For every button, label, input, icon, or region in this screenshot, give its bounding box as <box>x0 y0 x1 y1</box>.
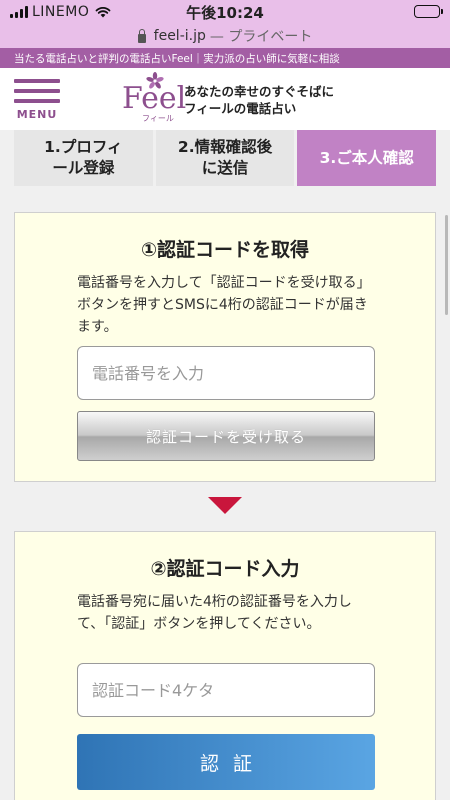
site-tagline: 当たる電話占いと評判の電話占いFeel｜実力派の占い師に気軽に相談 <box>0 48 450 68</box>
section-title: ①認証コードを取得 <box>140 239 310 261</box>
cellular-signal-icon <box>10 6 28 18</box>
scrollbar[interactable] <box>445 215 448 315</box>
battery-icon <box>414 5 443 18</box>
site-logo[interactable]: Feel フィール あなたの幸せのすぐそばに フィールの電話占い <box>122 72 335 124</box>
url-text: feel-i.jp <box>153 28 206 44</box>
step-identity-verification: 3.ご本人確認 <box>297 130 437 186</box>
menu-label: MENU <box>16 108 58 121</box>
verify-button[interactable]: 認証 <box>77 734 375 790</box>
carrier-name: LINEMO <box>32 4 90 20</box>
status-bar: LINEMO 午後10:24 <box>0 0 450 24</box>
section-description: 電話番号を入力して「認証コードを受け取る」ボタンを押すとSMSに4桁の認証コード… <box>77 275 371 335</box>
verification-code-input[interactable] <box>77 663 375 717</box>
step-profile: 1.プロフィ ール登録 <box>14 130 153 186</box>
menu-button[interactable]: MENU <box>14 79 60 127</box>
arrow-down-icon <box>208 497 242 514</box>
receive-code-button[interactable]: 認証コードを受け取る <box>77 411 375 461</box>
logo-slogan: あなたの幸せのすぐそばに フィールの電話占い <box>184 84 335 116</box>
phone-number-input[interactable] <box>77 346 375 400</box>
logo-subtext: フィール <box>142 114 174 123</box>
wifi-icon <box>95 6 111 18</box>
section-title: ②認証コード入力 <box>150 558 300 580</box>
get-code-section: ①認証コードを取得 電話番号を入力して「認証コードを受け取る」ボタンを押すとSM… <box>14 212 436 482</box>
logo-wordmark: Feel <box>122 81 187 116</box>
private-label: — プライベート <box>209 29 313 45</box>
hamburger-icon <box>14 79 60 83</box>
section-description: 電話番号宛に届いた4桁の認証番号を入力して、「認証」ボタンを押してください。 <box>77 594 352 632</box>
step-confirm-send: 2.情報確認後 に送信 <box>155 130 295 186</box>
lock-icon <box>137 28 146 43</box>
enter-code-section: ②認証コード入力 電話番号宛に届いた4桁の認証番号を入力して、「認証」ボタンを押… <box>14 531 436 800</box>
site-header: MENU Feel フィール あなたの幸せのすぐそばに フィールの電話占い <box>0 68 450 130</box>
registration-steps: 1.プロフィ ール登録 2.情報確認後 に送信 3.ご本人確認 <box>14 130 437 186</box>
browser-url-bar[interactable]: feel-i.jp — プライベート <box>0 24 450 48</box>
logo-mark: Feel フィール <box>122 72 186 124</box>
